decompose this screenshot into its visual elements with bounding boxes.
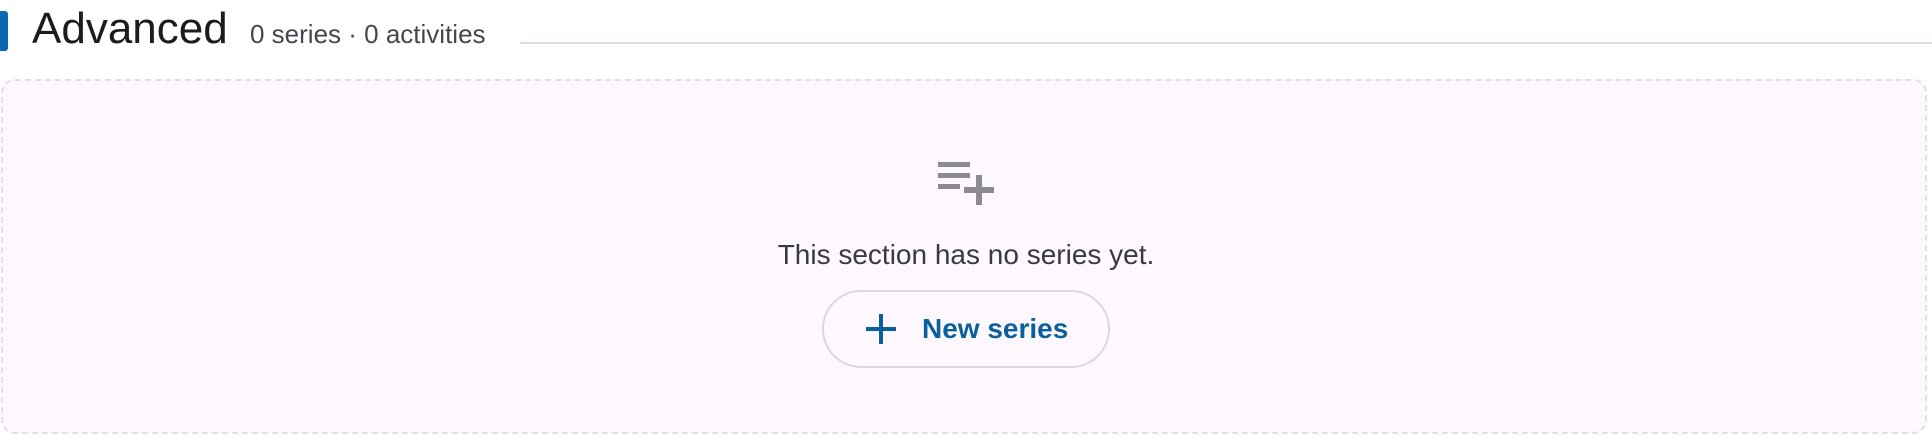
new-series-button[interactable]: New series [822,290,1110,368]
playlist-add-icon [938,162,994,205]
advanced-section: Advanced 0 series · 0 activities This se… [0,0,1932,438]
empty-state-message: This section has no series yet. [777,239,1155,270]
plus-icon [866,314,896,344]
new-series-label: New series [922,313,1069,344]
section-header: Advanced 0 series · 0 activities [0,0,1932,60]
section-accent-bar [0,11,8,51]
section-summary: 0 series · 0 activities [250,19,486,49]
section-title: Advanced [32,4,228,53]
header-divider [520,42,1932,44]
